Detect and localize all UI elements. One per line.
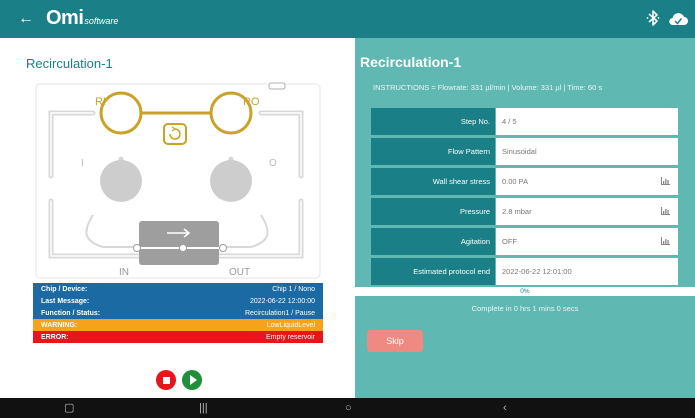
stop-button[interactable] bbox=[156, 370, 176, 390]
label-i: I bbox=[81, 158, 84, 169]
param-label: Step No. bbox=[371, 108, 495, 135]
skip-button[interactable]: Skip bbox=[367, 330, 423, 352]
protocol-title: Recirculation-1 bbox=[26, 56, 113, 71]
outlet-well bbox=[210, 160, 252, 202]
param-value-cell: 0.00 PA bbox=[496, 168, 678, 195]
inlet-well bbox=[100, 160, 142, 202]
run-controls bbox=[156, 370, 202, 390]
param-value: 2.8 mbar bbox=[502, 207, 532, 216]
bluetooth-icon[interactable] bbox=[646, 9, 660, 27]
param-row-pressure: Pressure 2.8 mbar bbox=[371, 198, 678, 225]
info-key: Last Message: bbox=[41, 297, 90, 305]
label-ri: RI bbox=[95, 96, 106, 108]
info-key: Chip / Device: bbox=[41, 285, 88, 293]
param-value-cell: OFF bbox=[496, 228, 678, 255]
param-value: 2022-06-22 12:01:00 bbox=[496, 258, 678, 285]
completion-estimate: Complete in 0 hrs 1 mins 0 secs bbox=[471, 304, 579, 313]
label-out: OUT bbox=[229, 267, 250, 278]
stop-icon bbox=[162, 376, 170, 384]
info-row-error: ERROR: Empty reservoir bbox=[33, 331, 323, 343]
info-key: WARNING: bbox=[41, 321, 78, 329]
instructions-text: INSTRUCTIONS = Flowrate: 331 µl/min | Vo… bbox=[373, 83, 603, 92]
ri-reservoir bbox=[99, 91, 143, 135]
info-row-warning: WARNING: LowLiquidLevel bbox=[33, 319, 323, 331]
label-o: O bbox=[269, 158, 277, 169]
label-ro: RO bbox=[243, 96, 260, 108]
param-value: Sinusoidal bbox=[496, 138, 678, 165]
param-value: OFF bbox=[502, 237, 517, 246]
param-row-flow-pattern: Flow Pattern Sinusoidal bbox=[371, 138, 678, 165]
param-value-cell: 2.8 mbar bbox=[496, 198, 678, 225]
cloud-icon[interactable] bbox=[668, 11, 688, 26]
info-row-last-message: Last Message: 2022-06-22 12:00:00 bbox=[33, 295, 323, 307]
param-label: Agitation bbox=[371, 228, 495, 255]
param-label: Wall shear stress bbox=[371, 168, 495, 195]
param-label: Estimated protocol end bbox=[371, 258, 495, 285]
param-row-agitation: Agitation OFF bbox=[371, 228, 678, 255]
system-nav-bar: ▢ ||| ○ ‹ bbox=[0, 398, 695, 418]
screenshot-icon[interactable]: ▢ bbox=[64, 401, 74, 415]
info-value: 2022-06-22 12:00:00 bbox=[250, 297, 315, 305]
protocol-panel-title: Recirculation-1 bbox=[360, 54, 462, 70]
protocol-progress-bar: 0% bbox=[355, 287, 695, 296]
play-icon bbox=[189, 375, 197, 385]
back-arrow-icon[interactable]: ← bbox=[18, 9, 34, 29]
param-value: 0.00 PA bbox=[502, 177, 529, 186]
recirculation-icon bbox=[163, 123, 187, 145]
protocol-parameters-table: Step No. 4 / 5 Flow Pattern Sinusoidal W… bbox=[371, 108, 678, 288]
status-info-list: Chip / Device: Chip 1 / Nono Last Message… bbox=[33, 283, 323, 343]
param-value: 4 / 5 bbox=[496, 108, 678, 135]
chart-icon[interactable] bbox=[661, 237, 670, 245]
info-key: ERROR: bbox=[41, 333, 69, 341]
protocol-panel: Recirculation-1 INSTRUCTIONS = Flowrate:… bbox=[355, 38, 695, 398]
play-button[interactable] bbox=[182, 370, 202, 390]
omi-software-logo: Omisoftware bbox=[46, 7, 118, 30]
logo-mark: Omi bbox=[46, 7, 84, 29]
nav-back-icon[interactable]: ‹ bbox=[503, 401, 507, 415]
chip-tag bbox=[268, 82, 286, 90]
info-value: Empty reservoir bbox=[265, 333, 315, 341]
info-row-function: Function / Status: Recirculation1 / Pause bbox=[33, 307, 323, 319]
chip-diagram: RI RO I O IN OUT bbox=[33, 81, 323, 281]
info-value: LowLiquidLevel bbox=[266, 321, 315, 329]
info-value: Recirculation1 / Pause bbox=[244, 309, 315, 317]
flow-chamber bbox=[139, 221, 219, 265]
param-row-protocol-end: Estimated protocol end 2022-06-22 12:01:… bbox=[371, 258, 678, 285]
info-row-chip: Chip / Device: Chip 1 / Nono bbox=[33, 283, 323, 295]
recents-icon[interactable]: ||| bbox=[199, 401, 208, 415]
label-in: IN bbox=[119, 267, 129, 278]
home-icon[interactable]: ○ bbox=[345, 401, 352, 415]
logo-sub: software bbox=[84, 16, 119, 26]
chart-icon[interactable] bbox=[661, 177, 670, 185]
param-row-step: Step No. 4 / 5 bbox=[371, 108, 678, 135]
progress-percent: 0% bbox=[520, 288, 530, 295]
param-label: Flow Pattern bbox=[371, 138, 495, 165]
param-label: Pressure bbox=[371, 198, 495, 225]
chart-icon[interactable] bbox=[661, 207, 670, 215]
info-value: Chip 1 / Nono bbox=[272, 285, 315, 293]
chip-panel: Recirculation-1 RI RO I O IN OUT Chip / … bbox=[0, 38, 355, 398]
info-key: Function / Status: bbox=[41, 309, 101, 317]
app-header: ← Omisoftware bbox=[0, 0, 695, 38]
param-row-wall-shear: Wall shear stress 0.00 PA bbox=[371, 168, 678, 195]
